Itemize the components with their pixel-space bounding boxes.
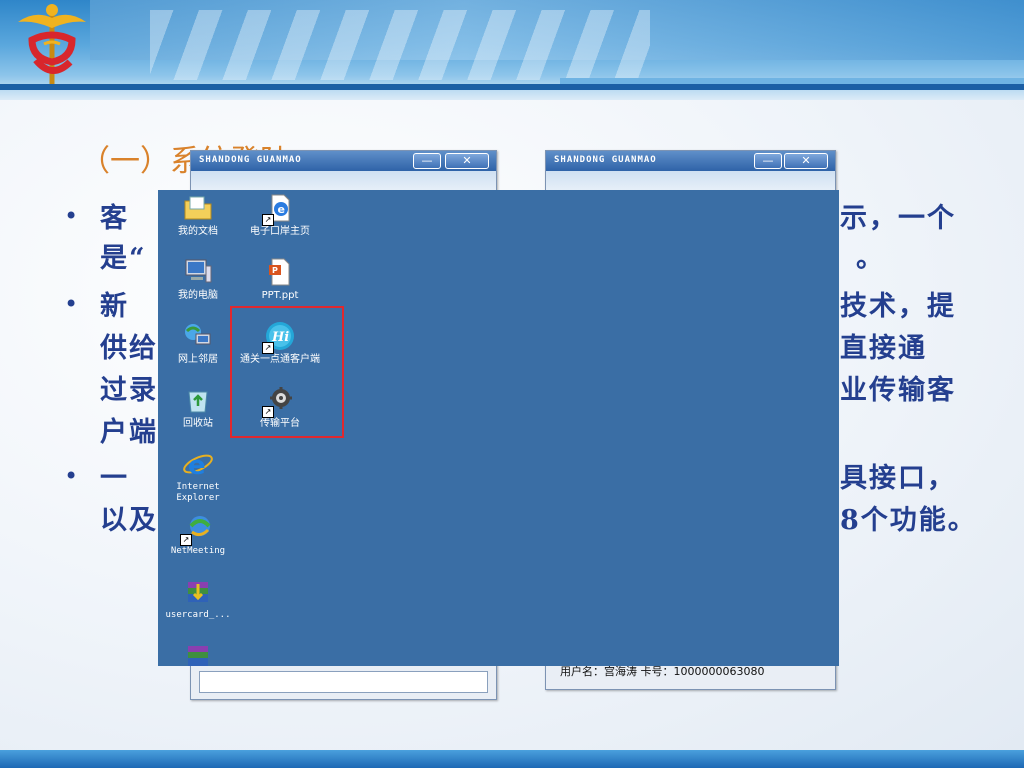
bullet-1-line-2-right: 。	[856, 243, 885, 274]
desktop-icon-my-documents[interactable]: 我的文档	[158, 192, 238, 237]
desktop-icon-network-places[interactable]: 网上邻居	[158, 320, 238, 365]
highlight-box	[230, 306, 344, 438]
minimize-button[interactable]: —	[754, 153, 782, 169]
bullet-marker: •	[64, 202, 79, 230]
desktop-icon-recycle-bin[interactable]: 回收站	[158, 384, 238, 429]
bullet-2-line-2: 供给	[100, 333, 158, 364]
close-button[interactable]: ✕	[784, 153, 828, 169]
powerpoint-file-icon: P	[269, 258, 290, 286]
bullet-3-line-2-right: 8个功能。	[840, 505, 977, 536]
window-title-bar: SHANDONG GUANMAO — ✕	[191, 151, 496, 171]
shortcut-arrow-icon: ↗	[262, 214, 274, 226]
bullet-3-line-1: 一	[100, 463, 129, 494]
bullet-2-line-1: 新	[100, 291, 129, 322]
svg-text:e: e	[278, 203, 285, 216]
desktop-icon-usercard[interactable]: usercard_...	[158, 576, 238, 621]
desktop-icon-internet-explorer[interactable]: e Internet Explorer	[158, 448, 238, 504]
internet-explorer-icon: e	[183, 451, 213, 480]
caduceus-logo-icon	[18, 4, 86, 84]
slide-header-banner	[0, 0, 1024, 100]
bullet-3-line-1-right: 具接口，	[840, 463, 956, 494]
window-brand: SHANDONG GUANMAO	[199, 155, 302, 165]
bullet-1-line-1-right: 示，一个	[840, 203, 956, 234]
bullet-1-line-1: 客	[100, 203, 129, 234]
minimize-button[interactable]: —	[413, 153, 441, 169]
bullet-2-line-4: 户端	[100, 417, 158, 448]
windows-desktop: 我的文档 e ↗ 电子口岸主页 我的电脑 P PPT.ppt 网上邻居 Hi ↗…	[158, 190, 839, 666]
network-icon	[185, 324, 211, 345]
input-field[interactable]	[199, 671, 488, 693]
window-brand: SHANDONG GUANMAO	[554, 155, 657, 165]
desktop-icon-netmeeting[interactable]: ↗ NetMeeting	[158, 512, 238, 557]
svg-text:e: e	[188, 451, 206, 480]
desktop-icon-archive-partial[interactable]	[158, 640, 238, 666]
bullet-marker: •	[64, 462, 79, 490]
bullet-1-line-2: 是“	[100, 243, 147, 274]
shortcut-arrow-icon: ↗	[180, 534, 192, 546]
bullet-marker: •	[64, 290, 79, 318]
bullet-2-line-1-right: 技术，提	[840, 291, 956, 322]
recycle-bin-icon	[188, 391, 208, 413]
desktop-icon-e-port-home[interactable]: e ↗ 电子口岸主页	[240, 192, 320, 237]
winrar-archive-icon	[188, 646, 208, 666]
bullet-3-line-2: 以及	[100, 505, 158, 536]
computer-icon	[185, 259, 212, 283]
svg-text:P: P	[272, 266, 278, 275]
slide-footer-band	[0, 750, 1024, 768]
folder-icon	[184, 196, 212, 220]
bullet-2-line-2-right: 直接通	[840, 333, 927, 364]
desktop-icon-my-computer[interactable]: 我的电脑	[158, 256, 238, 301]
bullet-2-line-3-right: 业传输客	[840, 375, 956, 406]
close-button[interactable]: ✕	[445, 153, 489, 169]
window-title-bar: SHANDONG GUANMAO — ✕	[546, 151, 835, 171]
bullet-2-line-3: 过录	[100, 375, 158, 406]
desktop-icon-ppt-file[interactable]: P PPT.ppt	[240, 256, 320, 301]
winrar-archive-icon	[188, 582, 208, 602]
